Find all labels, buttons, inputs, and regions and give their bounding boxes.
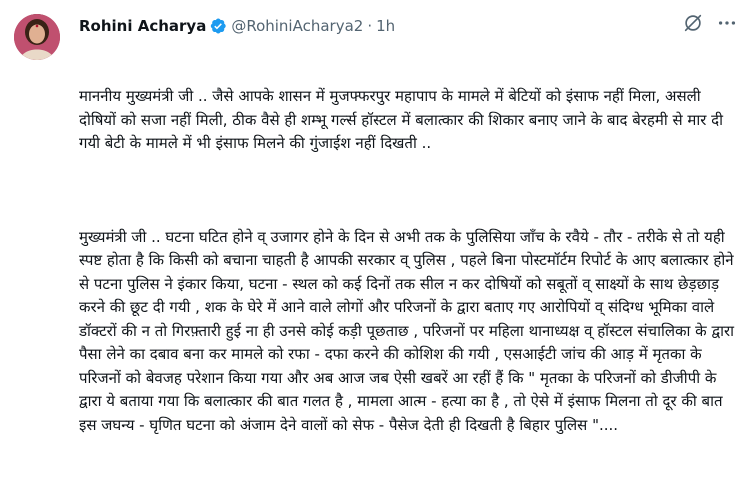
separator-dot: · <box>367 17 373 35</box>
tweet-text: माननीय मुख्यमंत्री जी .. जैसे आपके शासन … <box>79 38 739 484</box>
tweet-timestamp[interactable]: 1h <box>376 16 395 36</box>
header-actions <box>682 12 738 34</box>
author-name[interactable]: Rohini Acharya <box>79 16 206 36</box>
more-icon[interactable] <box>716 12 738 34</box>
grok-icon[interactable] <box>682 12 704 34</box>
author-handle[interactable]: @RohiniAcharya2 <box>231 16 363 36</box>
tweet-paragraph-2: मुख्यमंत्री जी .. घटना घटित होने व् उजाग… <box>79 227 739 434</box>
verified-badge-icon <box>209 17 227 35</box>
avatar-image <box>14 14 60 60</box>
avatar[interactable] <box>14 14 60 60</box>
tweet-card: Rohini Acharya @RohiniAcharya2 · 1h मानन… <box>0 0 748 477</box>
tweet-paragraph-1: माननीय मुख्यमंत्री जी .. जैसे आपके शासन … <box>79 87 728 152</box>
tweet-header: Rohini Acharya @RohiniAcharya2 · 1h <box>79 14 738 38</box>
